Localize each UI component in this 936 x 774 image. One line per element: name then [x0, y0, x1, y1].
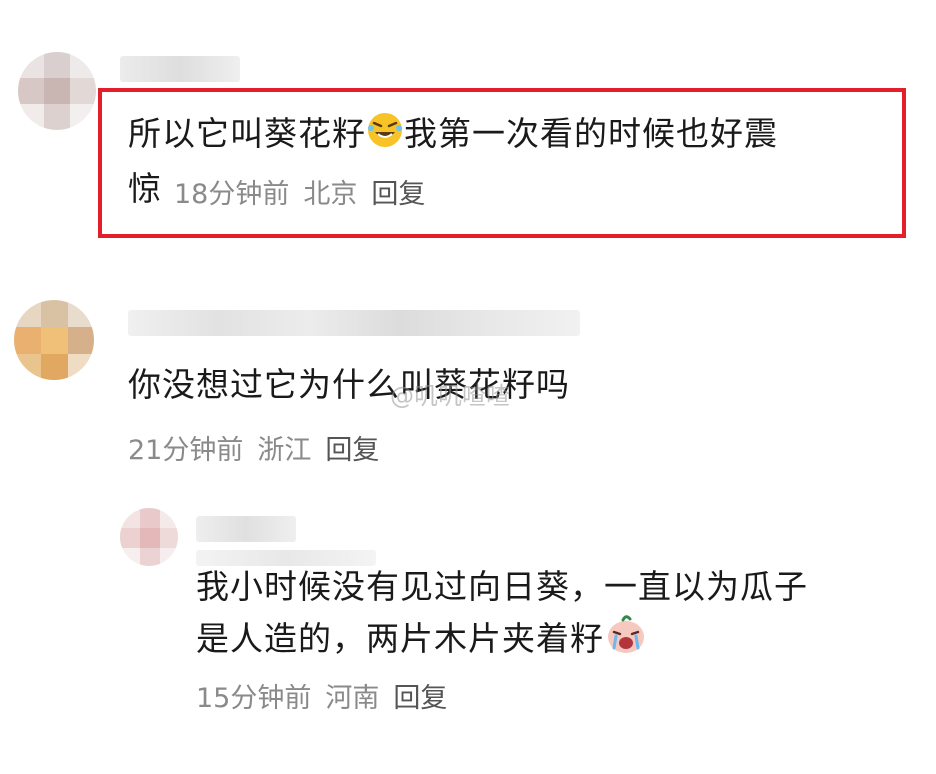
reply-button[interactable]: 回复: [393, 683, 447, 714]
user-avatar[interactable]: [18, 52, 96, 130]
username-blurred[interactable]: [196, 516, 296, 542]
watermark: @叽叽喳喳: [390, 382, 510, 410]
comment-text-line2: 惊: [128, 169, 162, 208]
comment-text: 我小时候没有见过向日葵，一直以为瓜子: [196, 567, 808, 606]
comment-text: 所以它叫葵花籽 我第一次看的时候也好震: [128, 105, 778, 167]
comment-meta: 21分钟前 浙江 回复: [128, 428, 393, 467]
comment-meta: 15分钟前 河南 回复: [196, 676, 461, 715]
comment-location: 北京: [303, 179, 358, 210]
user-avatar[interactable]: [120, 508, 178, 566]
comment-location: 河南: [325, 683, 380, 714]
comment-time: 18分钟前: [174, 179, 290, 210]
comment-text-line2: 是人造的，两片木片夹着籽: [196, 610, 648, 672]
rofl-emoji-icon: [366, 109, 404, 167]
comment-time: 21分钟前: [128, 435, 244, 466]
comment-meta: 18分钟前 北京 回复: [174, 172, 439, 211]
username-blurred[interactable]: [128, 310, 580, 336]
comment-time: 15分钟前: [196, 683, 312, 714]
crying-emoji-icon: [604, 614, 648, 672]
username-blurred[interactable]: [120, 56, 240, 82]
reply-button[interactable]: 回复: [325, 435, 379, 466]
user-avatar[interactable]: [14, 300, 94, 380]
reply-button[interactable]: 回复: [371, 179, 425, 210]
comment-location: 浙江: [257, 435, 312, 466]
